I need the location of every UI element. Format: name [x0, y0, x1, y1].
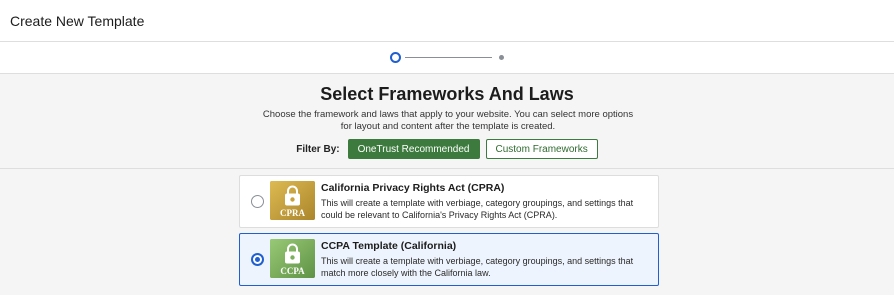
page-title: Create New Template	[10, 12, 145, 29]
step-2-indicator	[499, 55, 504, 60]
template-title: California Privacy Rights Act (CPRA)	[321, 182, 505, 194]
section-title: Select Frameworks And Laws	[320, 84, 574, 104]
filter-onetrust-recommended-button[interactable]: OneTrust Recommended	[347, 139, 480, 159]
svg-text:CCPA: CCPA	[280, 266, 305, 276]
template-radio-cpra[interactable]	[251, 195, 264, 208]
filter-custom-frameworks-button[interactable]: Custom Frameworks	[485, 139, 598, 159]
template-description: This will create a template with verbiag…	[321, 256, 634, 278]
template-radio-ccpa[interactable]	[251, 253, 264, 266]
template-card-cpra[interactable]: CPRA California Privacy Rights Act (CPRA…	[239, 175, 659, 228]
svg-text:CPRA: CPRA	[280, 208, 305, 218]
progress-stepper	[0, 42, 894, 74]
template-list: CPRA California Privacy Rights Act (CPRA…	[0, 169, 894, 295]
template-title: CCPA Template (California)	[321, 240, 457, 252]
filter-label: Filter By:	[296, 143, 340, 155]
template-card-ccpa[interactable]: CCPA CCPA Template (California) This wil…	[239, 233, 659, 286]
cpra-logo-icon: CPRA	[270, 181, 315, 220]
page-header: Create New Template	[0, 0, 894, 42]
ccpa-logo-icon: CCPA	[270, 239, 315, 278]
intro-section: Select Frameworks And Laws Choose the fr…	[0, 74, 894, 169]
step-1-indicator	[390, 52, 401, 63]
section-description: Choose the framework and laws that apply…	[262, 109, 634, 132]
template-description: This will create a template with verbiag…	[321, 198, 634, 220]
step-connector	[405, 57, 492, 58]
filter-bar: Filter By: OneTrust Recommended Custom F…	[0, 139, 894, 159]
